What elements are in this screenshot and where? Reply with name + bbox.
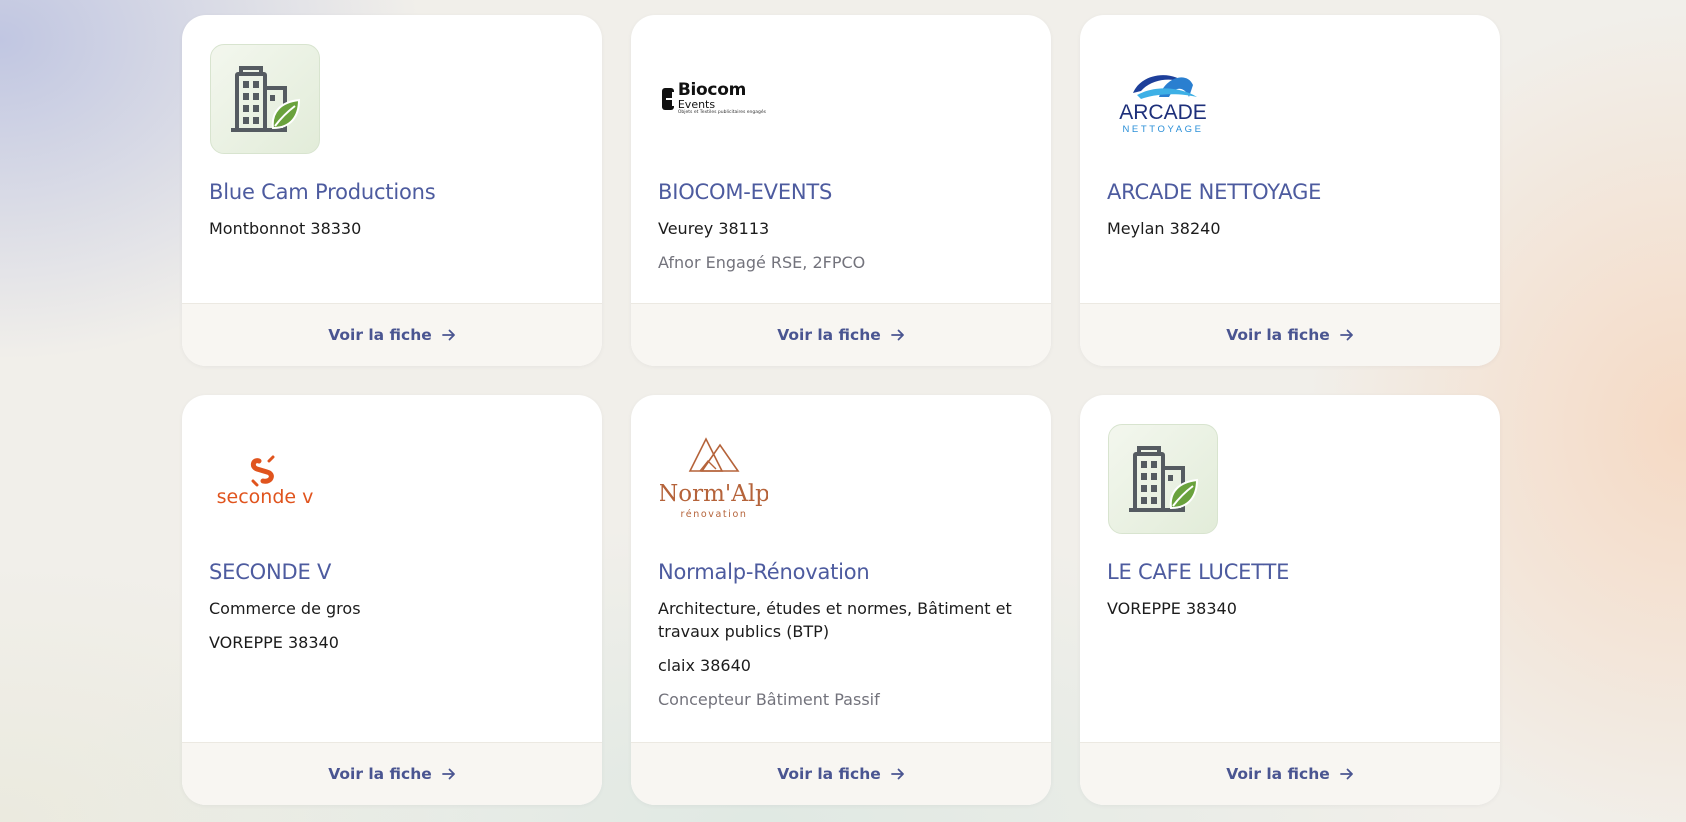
view-details-link[interactable]: Voir la fiche <box>631 303 1051 366</box>
seconde-v-logo: seconde v <box>217 455 314 508</box>
logo-text: seconde v <box>217 486 314 508</box>
company-logo: Biocom Events Objets et Textiles publici… <box>658 43 770 155</box>
company-labels: Afnor Engagé RSE, 2FPCO <box>658 253 866 272</box>
logo-text: ARCADE <box>1119 101 1207 124</box>
company-card: ARCADE NETTOYAGE ARCADE NETTOYAGE Meylan… <box>1080 15 1500 366</box>
view-details-label: Voir la fiche <box>328 765 432 783</box>
company-card: Norm'Alp rénovation Normalp-Rénovation A… <box>631 395 1051 805</box>
arrow-right-icon <box>890 328 905 342</box>
company-logo <box>1107 423 1219 535</box>
building-leaf-icon <box>1108 424 1218 534</box>
company-card: Blue Cam Productions Montbonnot 38330 Vo… <box>182 15 602 366</box>
view-details-link[interactable]: Voir la fiche <box>182 303 602 366</box>
view-details-label: Voir la fiche <box>1226 326 1330 344</box>
logo-text: Norm'Alp <box>660 481 768 507</box>
company-activity: Commerce de gros <box>209 599 361 618</box>
card-body: Blue Cam Productions Montbonnot 38330 <box>182 15 602 303</box>
view-details-link[interactable]: Voir la fiche <box>1080 303 1500 366</box>
arcade-nettoyage-logo: ARCADE NETTOYAGE <box>1119 75 1207 135</box>
company-name: BIOCOM-EVENTS <box>658 180 833 204</box>
company-logo: ARCADE NETTOYAGE <box>1107 43 1219 155</box>
logo-tagline: Objets et Textiles publicitaires engagés <box>677 110 766 116</box>
company-name: ARCADE NETTOYAGE <box>1107 180 1322 204</box>
company-location: claix 38640 <box>658 656 751 675</box>
card-body: ARCADE NETTOYAGE ARCADE NETTOYAGE Meylan… <box>1080 15 1500 303</box>
company-activity: Architecture, études et normes, Bâtiment… <box>658 599 1012 641</box>
view-details-label: Voir la fiche <box>1226 765 1330 783</box>
company-logo: seconde v <box>209 423 321 535</box>
arrow-right-icon <box>1339 767 1354 781</box>
company-location: Montbonnot 38330 <box>209 219 362 238</box>
view-details-label: Voir la fiche <box>777 326 881 344</box>
building-leaf-icon <box>210 44 320 154</box>
view-details-label: Voir la fiche <box>328 326 432 344</box>
company-card: seconde v SECONDE V Commerce de gros VOR… <box>182 395 602 805</box>
biocom-mark-icon <box>662 88 680 110</box>
company-name: SECONDE V <box>209 560 332 584</box>
company-card: LE CAFE LUCETTE VOREPPE 38340 Voir la fi… <box>1080 395 1500 805</box>
view-details-link[interactable]: Voir la fiche <box>182 742 602 805</box>
company-location: VOREPPE 38340 <box>209 633 339 652</box>
view-details-label: Voir la fiche <box>777 765 881 783</box>
biocom-events-logo: Biocom Events Objets et Textiles publici… <box>662 82 766 116</box>
company-card: Biocom Events Objets et Textiles publici… <box>631 15 1051 366</box>
card-body: seconde v SECONDE V Commerce de gros VOR… <box>182 395 602 742</box>
company-location: Veurey 38113 <box>658 219 770 238</box>
logo-text: Biocom <box>677 80 746 101</box>
card-body: Norm'Alp rénovation Normalp-Rénovation A… <box>631 395 1051 742</box>
arrow-right-icon <box>441 767 456 781</box>
company-card-grid: Blue Cam Productions Montbonnot 38330 Vo… <box>182 15 1500 805</box>
card-body: Biocom Events Objets et Textiles publici… <box>631 15 1051 303</box>
company-location: VOREPPE 38340 <box>1107 599 1237 618</box>
company-labels: Concepteur Bâtiment Passif <box>658 690 880 709</box>
arrow-right-icon <box>890 767 905 781</box>
view-details-link[interactable]: Voir la fiche <box>1080 742 1500 805</box>
logo-text: Events <box>677 98 716 112</box>
company-name: Normalp-Rénovation <box>658 560 870 584</box>
company-logo <box>209 43 321 155</box>
company-location: Meylan 38240 <box>1107 219 1221 238</box>
logo-text: NETTOYAGE <box>1122 124 1203 135</box>
company-name: LE CAFE LUCETTE <box>1107 560 1290 584</box>
company-logo: Norm'Alp rénovation <box>658 423 770 535</box>
normalp-renovation-logo: Norm'Alp rénovation <box>660 437 768 520</box>
company-name: Blue Cam Productions <box>209 180 436 204</box>
view-details-link[interactable]: Voir la fiche <box>631 742 1051 805</box>
card-body: LE CAFE LUCETTE VOREPPE 38340 <box>1080 395 1500 742</box>
arrow-right-icon <box>441 328 456 342</box>
logo-text: rénovation <box>680 509 747 520</box>
arrow-right-icon <box>1339 328 1354 342</box>
